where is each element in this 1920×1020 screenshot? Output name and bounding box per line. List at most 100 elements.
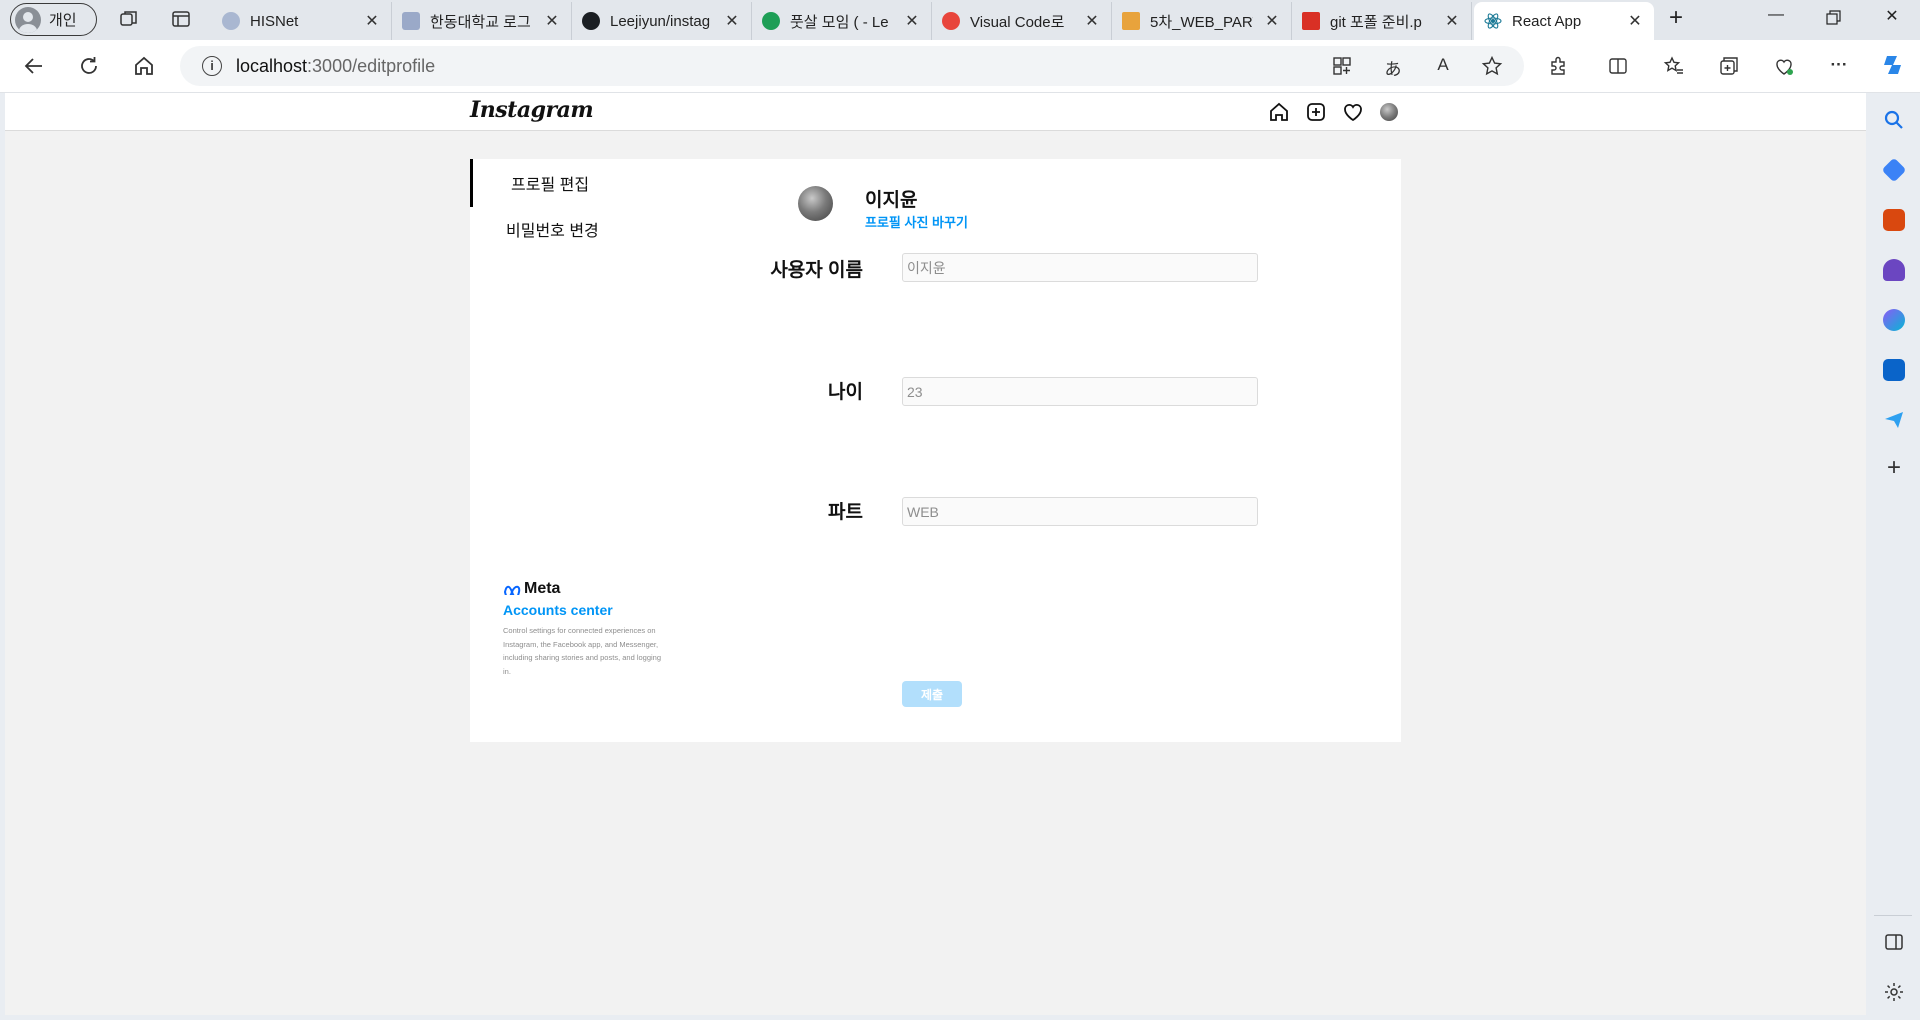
accounts-center-link[interactable]: Accounts center — [503, 602, 663, 618]
tab-title: git 포폴 준비.p — [1330, 13, 1422, 31]
tab-close-icon[interactable]: ✕ — [1626, 11, 1644, 31]
react-favicon-icon — [1484, 12, 1502, 30]
tab-github[interactable]: Leejiyun/instag ✕ — [572, 2, 752, 40]
tab-hisnet[interactable]: HISNet ✕ — [212, 2, 392, 40]
refresh-icon[interactable] — [77, 54, 101, 78]
profile-username: 이지윤 — [865, 190, 918, 211]
tab-close-icon[interactable]: ✕ — [723, 11, 741, 31]
favorite-star-icon[interactable] — [1481, 55, 1503, 77]
side-menu-change-password[interactable]: 비밀번호 변경 — [470, 217, 720, 241]
submit-button[interactable]: 제출 — [902, 681, 962, 707]
profile-label: 개인 — [49, 12, 77, 29]
tab-title: Visual Code로 — [970, 13, 1065, 31]
instagram-header: Instagram — [5, 93, 1866, 131]
tab-title: Leejiyun/instag — [610, 12, 711, 30]
sidebar-games-chess-icon[interactable] — [1883, 259, 1905, 281]
pdf-favicon-icon — [1302, 12, 1320, 30]
site-info-icon[interactable]: i — [202, 56, 222, 76]
tab-visual-code[interactable]: Visual Code로 ✕ — [932, 2, 1112, 40]
tab-close-icon[interactable]: ✕ — [1263, 11, 1281, 31]
workspaces-icon[interactable] — [118, 8, 142, 32]
tab-title: HISNet — [250, 12, 299, 30]
ig-heart-icon[interactable] — [1342, 101, 1364, 123]
url-text[interactable]: localhost:3000/editprofile — [236, 56, 435, 77]
sidebar-settings-gear-icon[interactable] — [1883, 981, 1905, 1003]
age-input[interactable] — [902, 377, 1258, 406]
ig-new-post-icon[interactable] — [1305, 101, 1327, 123]
tab-close-icon[interactable]: ✕ — [1083, 11, 1101, 31]
tab-title: 한동대학교 로그 — [430, 13, 531, 31]
sidebar-tools-briefcase-icon[interactable] — [1883, 209, 1905, 231]
github-favicon-icon — [582, 12, 600, 30]
instagram-logo[interactable]: Instagram — [470, 97, 594, 123]
hisnet-favicon-icon — [222, 12, 240, 30]
url-host: localhost — [236, 55, 308, 76]
collections-icon[interactable] — [1718, 55, 1740, 77]
split-screen-icon[interactable] — [1607, 55, 1629, 77]
app-available-icon[interactable] — [1331, 55, 1353, 77]
close-window-icon[interactable]: ✕ — [1880, 6, 1904, 30]
meta-infinity-icon — [503, 583, 521, 595]
edge-sidebar: + — [1866, 93, 1920, 1020]
tab-actions-icon[interactable] — [170, 8, 194, 32]
browser-essentials-icon[interactable] — [1773, 55, 1795, 77]
browser-profile-button[interactable]: 개인 — [10, 3, 97, 36]
meta-accounts-center[interactable]: Meta Accounts center Control settings fo… — [503, 580, 663, 678]
sidebar-microsoft365-icon[interactable] — [1883, 309, 1905, 331]
sidebar-outlook-icon[interactable] — [1883, 359, 1905, 381]
sidebar-hide-panel-icon[interactable] — [1883, 931, 1905, 953]
ig-profile-avatar-icon[interactable] — [1380, 103, 1398, 121]
sidebar-drop-send-icon[interactable] — [1883, 409, 1905, 431]
browser-toolbar: i localhost:3000/editprofile あ A ··· — [0, 40, 1920, 93]
new-tab-icon[interactable]: + — [1664, 4, 1688, 31]
minimize-icon[interactable]: — — [1764, 6, 1788, 30]
tab-close-icon[interactable]: ✕ — [1443, 11, 1461, 31]
edit-profile-card: 프로필 편집 비밀번호 변경 Meta Accounts center Cont… — [470, 159, 1401, 742]
username-input[interactable] — [902, 253, 1258, 282]
ig-home-icon[interactable] — [1268, 101, 1290, 123]
tab-title: 풋살 모임 ( - Le — [790, 13, 889, 31]
tab-web-part[interactable]: 5차_WEB_PART ✕ — [1112, 2, 1292, 40]
tab-close-icon[interactable]: ✕ — [903, 11, 921, 31]
address-bar[interactable]: i localhost:3000/editprofile — [180, 46, 1524, 86]
read-aloud-icon[interactable]: A — [1432, 55, 1454, 77]
sidebar-shopping-tag-icon[interactable] — [1881, 157, 1907, 183]
tab-react-app[interactable]: React App ✕ — [1474, 2, 1654, 40]
copilot-icon[interactable] — [1880, 52, 1906, 78]
accounts-center-description: Control settings for connected experienc… — [503, 626, 662, 676]
tab-title: React App — [1512, 12, 1582, 30]
meta-logo: Meta — [503, 580, 663, 598]
sidebar-divider — [1874, 915, 1912, 916]
tab-close-icon[interactable]: ✕ — [543, 11, 561, 31]
home-icon[interactable] — [132, 54, 156, 78]
tab-git-pdf[interactable]: git 포폴 준비.p ✕ — [1292, 2, 1472, 40]
page-viewport: Instagram 프로필 편집 비밀번호 변경 Meta Accounts c… — [5, 93, 1866, 1015]
sidebar-add-icon[interactable]: + — [1883, 456, 1905, 480]
sidebar-search-icon[interactable] — [1883, 109, 1905, 131]
tab-futsal[interactable]: 풋살 모임 ( - Le ✕ — [752, 2, 932, 40]
part-input[interactable] — [902, 497, 1258, 526]
more-options-icon[interactable]: ··· — [1828, 55, 1850, 77]
visual-code-favicon-icon — [942, 12, 960, 30]
pencil-favicon-icon — [1122, 12, 1140, 30]
profile-avatar-icon — [15, 6, 41, 33]
url-path: :3000/editprofile — [307, 55, 436, 76]
tab-title: 5차_WEB_PART — [1150, 13, 1253, 31]
handong-favicon-icon — [402, 12, 420, 30]
translate-icon[interactable]: あ — [1382, 55, 1404, 79]
side-menu-edit-profile[interactable]: 프로필 편집 — [470, 159, 720, 207]
change-profile-photo-link[interactable]: 프로필 사진 바꾸기 — [865, 212, 968, 231]
browser-tab-bar: 개인 HISNet ✕ 한동대학교 로그 ✕ Leejiyun/instag ✕… — [0, 0, 1920, 40]
tab-close-icon[interactable]: ✕ — [363, 11, 381, 31]
back-arrow-icon[interactable] — [22, 54, 46, 78]
tab-handong[interactable]: 한동대학교 로그 ✕ — [392, 2, 572, 40]
age-label: 나이 — [828, 382, 863, 403]
part-label: 파트 — [828, 502, 863, 523]
extensions-icon[interactable] — [1548, 55, 1570, 77]
meta-logo-text: Meta — [524, 580, 561, 597]
profile-avatar — [798, 186, 833, 221]
favorites-list-icon[interactable] — [1663, 55, 1685, 77]
restore-icon[interactable] — [1821, 6, 1845, 30]
futsal-favicon-icon — [762, 12, 780, 30]
username-label: 사용자 이름 — [770, 260, 863, 281]
